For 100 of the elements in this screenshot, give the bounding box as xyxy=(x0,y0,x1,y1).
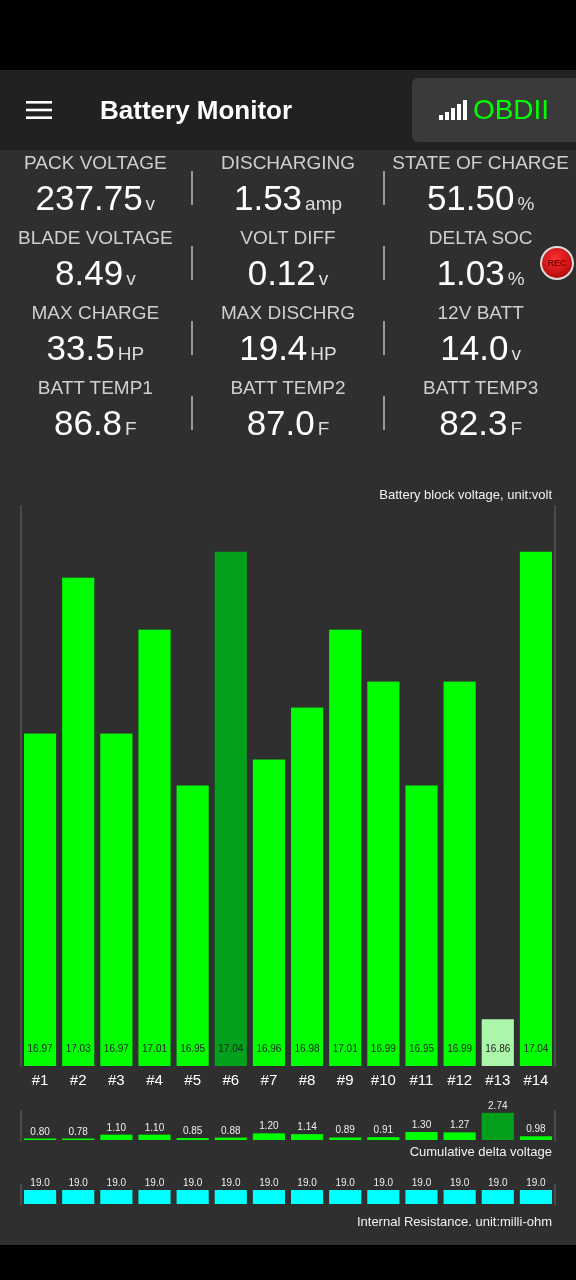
connection-button[interactable]: OBDII xyxy=(412,78,576,142)
bar xyxy=(252,1190,285,1204)
metric-label: BATT TEMP1 xyxy=(37,377,153,399)
metric-value: 86.8 xyxy=(53,403,123,443)
metric-value: 82.3 xyxy=(439,403,508,443)
bar xyxy=(443,1190,476,1204)
axis-label: #1 xyxy=(31,1071,49,1088)
metric-unit: % xyxy=(517,193,535,215)
bar xyxy=(291,1134,324,1140)
axis-label: #3 xyxy=(108,1071,125,1088)
value-label: 19.0 xyxy=(411,1177,432,1188)
value-label: 17.04 xyxy=(523,1043,549,1054)
value-label: 19.0 xyxy=(221,1177,241,1188)
bar xyxy=(519,1136,552,1140)
value-label: 0.88 xyxy=(221,1124,241,1136)
axis-label: #5 xyxy=(184,1071,201,1088)
value-label: 19.0 xyxy=(106,1177,127,1188)
value-label: 1.20 xyxy=(259,1120,279,1132)
value-label: 16.98 xyxy=(294,1043,320,1054)
metric-unit: HP xyxy=(117,343,145,365)
metric-unit: F xyxy=(317,418,330,440)
bar xyxy=(329,1190,362,1204)
value-label: 0.98 xyxy=(526,1123,546,1135)
metric-value: 8.49 xyxy=(55,253,124,293)
metric-value: 1.53 xyxy=(233,178,303,218)
metric-unit: HP xyxy=(310,343,337,365)
metric-label: PACK VOLTAGE xyxy=(24,152,167,174)
bar xyxy=(405,1132,438,1140)
value-label: 1.10 xyxy=(144,1121,165,1133)
value-label: 1.10 xyxy=(106,1121,127,1133)
value-label: 19.0 xyxy=(526,1177,546,1188)
bar xyxy=(519,1190,552,1204)
bar xyxy=(481,1190,514,1204)
metric-unit: F xyxy=(125,418,137,440)
bar xyxy=(138,1134,171,1140)
bar xyxy=(100,1190,133,1204)
axis-label: #9 xyxy=(336,1071,354,1088)
metric-unit: v xyxy=(145,193,156,215)
metric-value: 14.0 xyxy=(440,328,509,368)
value-label: 19.0 xyxy=(182,1177,203,1188)
bar xyxy=(481,1019,514,1066)
value-label: 16.99 xyxy=(447,1043,473,1054)
value-label: 16.95 xyxy=(180,1043,206,1054)
value-label: 19.0 xyxy=(259,1177,279,1188)
value-label: 19.0 xyxy=(30,1177,50,1188)
axis-label: #11 xyxy=(409,1071,434,1088)
axis-label: #8 xyxy=(298,1071,316,1088)
bar xyxy=(214,1137,247,1140)
value-label: 17.04 xyxy=(218,1043,244,1054)
metric-label: BATT TEMP3 xyxy=(423,377,539,399)
bar xyxy=(367,1190,400,1204)
value-label: 17.01 xyxy=(142,1043,167,1054)
value-label: 0.78 xyxy=(68,1125,88,1137)
axis-label: #12 xyxy=(447,1071,473,1088)
value-label: 19.0 xyxy=(297,1177,317,1188)
bar xyxy=(443,1132,476,1140)
value-label: 19.0 xyxy=(488,1177,508,1188)
bar xyxy=(176,1190,209,1204)
metric-label: MAX CHARGE xyxy=(31,302,160,324)
value-label: 2.74 xyxy=(488,1099,508,1111)
metric-label: MAX DISCHRG xyxy=(220,302,356,324)
metric-value: 33.5 xyxy=(46,328,115,368)
metric-unit: F xyxy=(510,418,523,440)
value-label: 19.0 xyxy=(144,1177,165,1188)
chart-title: Battery block voltage, unit:volt xyxy=(379,487,552,502)
axis-label: #6 xyxy=(222,1071,240,1088)
value-label: 19.0 xyxy=(373,1177,394,1188)
value-label: 1.14 xyxy=(297,1121,317,1133)
metric-label: STATE OF CHARGE xyxy=(392,152,569,174)
bar xyxy=(62,1190,95,1204)
bar xyxy=(367,1137,400,1140)
value-label: 0.80 xyxy=(30,1125,50,1137)
axis-label: #2 xyxy=(69,1071,87,1088)
chart-title: Cumulative delta voltage xyxy=(409,1144,552,1159)
metric-label: DISCHARGING xyxy=(220,152,356,174)
metric-label: DELTA SOC xyxy=(428,227,533,249)
metric-value: 237.75 xyxy=(35,178,143,218)
metric-value: 0.12 xyxy=(247,253,316,293)
value-label: 0.91 xyxy=(373,1124,394,1136)
bar xyxy=(138,1190,171,1204)
metric-unit: amp xyxy=(305,193,343,215)
bar xyxy=(252,1133,285,1140)
value-label: 16.97 xyxy=(27,1043,53,1054)
bar xyxy=(24,1190,57,1204)
metric-unit: v xyxy=(126,268,136,290)
value-label: 16.96 xyxy=(256,1043,282,1054)
axis-label: #13 xyxy=(485,1071,511,1088)
metric-label: VOLT DIFF xyxy=(240,227,336,249)
value-label: 16.97 xyxy=(103,1043,129,1054)
bar xyxy=(481,1112,514,1140)
value-label: 1.27 xyxy=(449,1119,470,1131)
metric-value: 1.03 xyxy=(436,253,505,293)
metric-label: 12V BATT xyxy=(437,302,524,324)
metric-unit: v xyxy=(318,268,329,290)
chart-title: Internal Resistance. unit:milli-ohm xyxy=(356,1214,552,1229)
axis-label: #14 xyxy=(523,1071,549,1088)
signal-icon xyxy=(438,100,467,120)
menu-icon[interactable] xyxy=(26,100,52,120)
bar xyxy=(291,1190,324,1204)
axis-label: #7 xyxy=(260,1071,278,1088)
